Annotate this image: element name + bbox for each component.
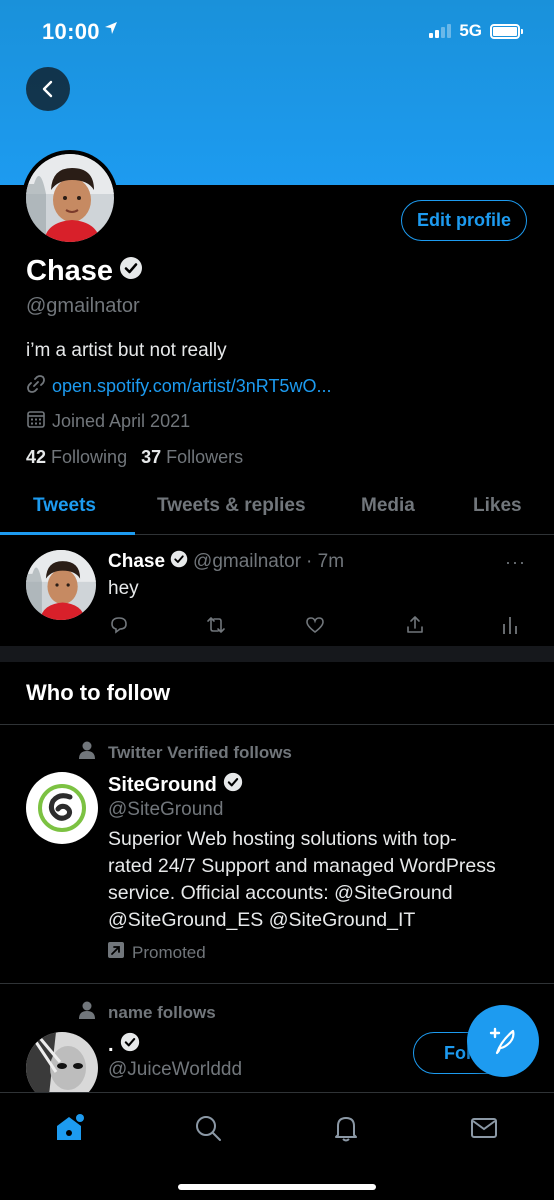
network-label: 5G (459, 21, 482, 40)
person-icon (78, 740, 96, 765)
status-bar: 10:00 5G (0, 0, 554, 62)
suggested-account-name: SiteGround (108, 773, 217, 796)
tweet-header: Chase @gmailnator · 7m (108, 550, 344, 574)
edit-profile-button[interactable]: Edit profile (401, 200, 527, 241)
following-count: 42 (26, 447, 47, 467)
section-divider (0, 646, 554, 662)
signal-icon (429, 24, 452, 38)
tweet-author-name[interactable]: Chase (108, 551, 165, 573)
promoted-icon (108, 942, 124, 963)
battery-icon (490, 23, 523, 39)
verified-badge-icon (120, 1032, 140, 1058)
follow-context: Twitter Verified follows (78, 740, 292, 765)
person-icon (78, 1000, 96, 1025)
compose-tweet-button[interactable] (467, 1005, 539, 1077)
profile-avatar[interactable] (22, 150, 118, 246)
profile-link[interactable]: open.spotify.com/artist/3nRT5wO... (52, 376, 331, 397)
tab-media[interactable]: Media (361, 495, 415, 517)
active-tab-indicator (0, 532, 135, 535)
followers-label: Followers (166, 447, 244, 467)
more-options-icon[interactable]: ··· (505, 552, 526, 573)
bio-line: rated 24/7 Support and managed WordPress (108, 855, 496, 877)
tab-tweets[interactable]: Tweets (33, 495, 96, 517)
following-label: Following (51, 447, 128, 467)
tweet-avatar[interactable] (26, 550, 96, 620)
arrow-left-icon (42, 80, 53, 98)
tab-tweets-replies[interactable]: Tweets & replies (157, 495, 306, 517)
profile-name-row: Chase (26, 255, 143, 288)
profile-tabs: Tweets Tweets & replies Media Likes (0, 487, 554, 535)
suggested-account-handle: @JuiceWorlddd (108, 1059, 243, 1080)
nav-search[interactable] (188, 1111, 228, 1145)
profile-link-row[interactable]: open.spotify.com/artist/3nRT5wO... (26, 374, 331, 399)
compose-icon (489, 1027, 515, 1055)
followers-count: 37 (141, 447, 162, 467)
profile-bio: i’m a artist but not really (26, 340, 227, 361)
follow-stats: 42 Following 37 Followers (26, 447, 243, 468)
suggested-account-name: . (108, 1033, 114, 1056)
divider (0, 983, 554, 984)
suggested-account-name-row[interactable]: . (108, 1032, 140, 1058)
joined-date: Joined April 2021 (52, 411, 191, 431)
siteground-avatar[interactable] (26, 772, 98, 844)
bell-icon (335, 1117, 357, 1142)
follow-context-text: Twitter Verified follows (108, 742, 292, 762)
followers-stat[interactable]: 37 Followers (141, 447, 243, 468)
profile-name: Chase (26, 255, 114, 287)
nav-messages[interactable] (464, 1111, 504, 1145)
status-time: 10:00 (42, 19, 100, 44)
tweet-time: · 7m (306, 551, 345, 572)
follow-context: name follows (78, 1000, 216, 1025)
divider (0, 724, 554, 725)
profile-handle: @gmailnator (26, 295, 140, 317)
calendar-icon (26, 409, 46, 434)
verified-badge-icon (170, 550, 188, 574)
nav-home[interactable] (49, 1111, 89, 1145)
reply-icon[interactable] (108, 614, 130, 641)
analytics-icon[interactable] (500, 614, 520, 641)
suggested-account-name-row[interactable]: SiteGround (108, 772, 243, 798)
tweet-actions (108, 614, 528, 638)
verified-badge-icon (119, 255, 143, 288)
search-icon (196, 1116, 221, 1141)
location-arrow-icon (104, 21, 118, 40)
following-stat[interactable]: 42 Following (26, 447, 127, 468)
heart-icon[interactable] (304, 614, 326, 641)
suggested-account-handle: @SiteGround (108, 799, 224, 820)
status-indicators: 5G (429, 21, 523, 41)
share-icon[interactable] (404, 614, 426, 641)
tweet[interactable]: Chase @gmailnator · 7m ··· hey (0, 536, 554, 646)
tab-likes[interactable]: Likes (473, 495, 522, 517)
home-icon (57, 1114, 84, 1140)
bio-line: @SiteGround_ES @SiteGround_IT (108, 909, 416, 931)
suggested-account-bio: Superior Web hosting solutions with top-… (108, 826, 538, 934)
verified-badge-icon (223, 772, 243, 798)
bio-line: service. Official accounts: @SiteGround (108, 882, 453, 904)
nav-notifications[interactable] (326, 1111, 366, 1145)
follow-context-text: name follows (108, 1002, 216, 1022)
retweet-icon[interactable] (204, 614, 228, 641)
bio-line: Superior Web hosting solutions with top- (108, 828, 457, 850)
avatar-photo (26, 154, 114, 242)
tweet-author-handle: @gmailnator (193, 551, 302, 572)
promoted-label-row: Promoted (108, 942, 206, 963)
home-indicator (178, 1184, 376, 1190)
back-button[interactable] (26, 67, 70, 111)
promoted-text: Promoted (132, 942, 206, 962)
tweet-text: hey (108, 578, 139, 599)
profile-joined-row: Joined April 2021 (26, 409, 190, 434)
who-to-follow-title: Who to follow (26, 680, 171, 705)
link-icon (26, 374, 46, 399)
mail-icon (471, 1118, 497, 1138)
